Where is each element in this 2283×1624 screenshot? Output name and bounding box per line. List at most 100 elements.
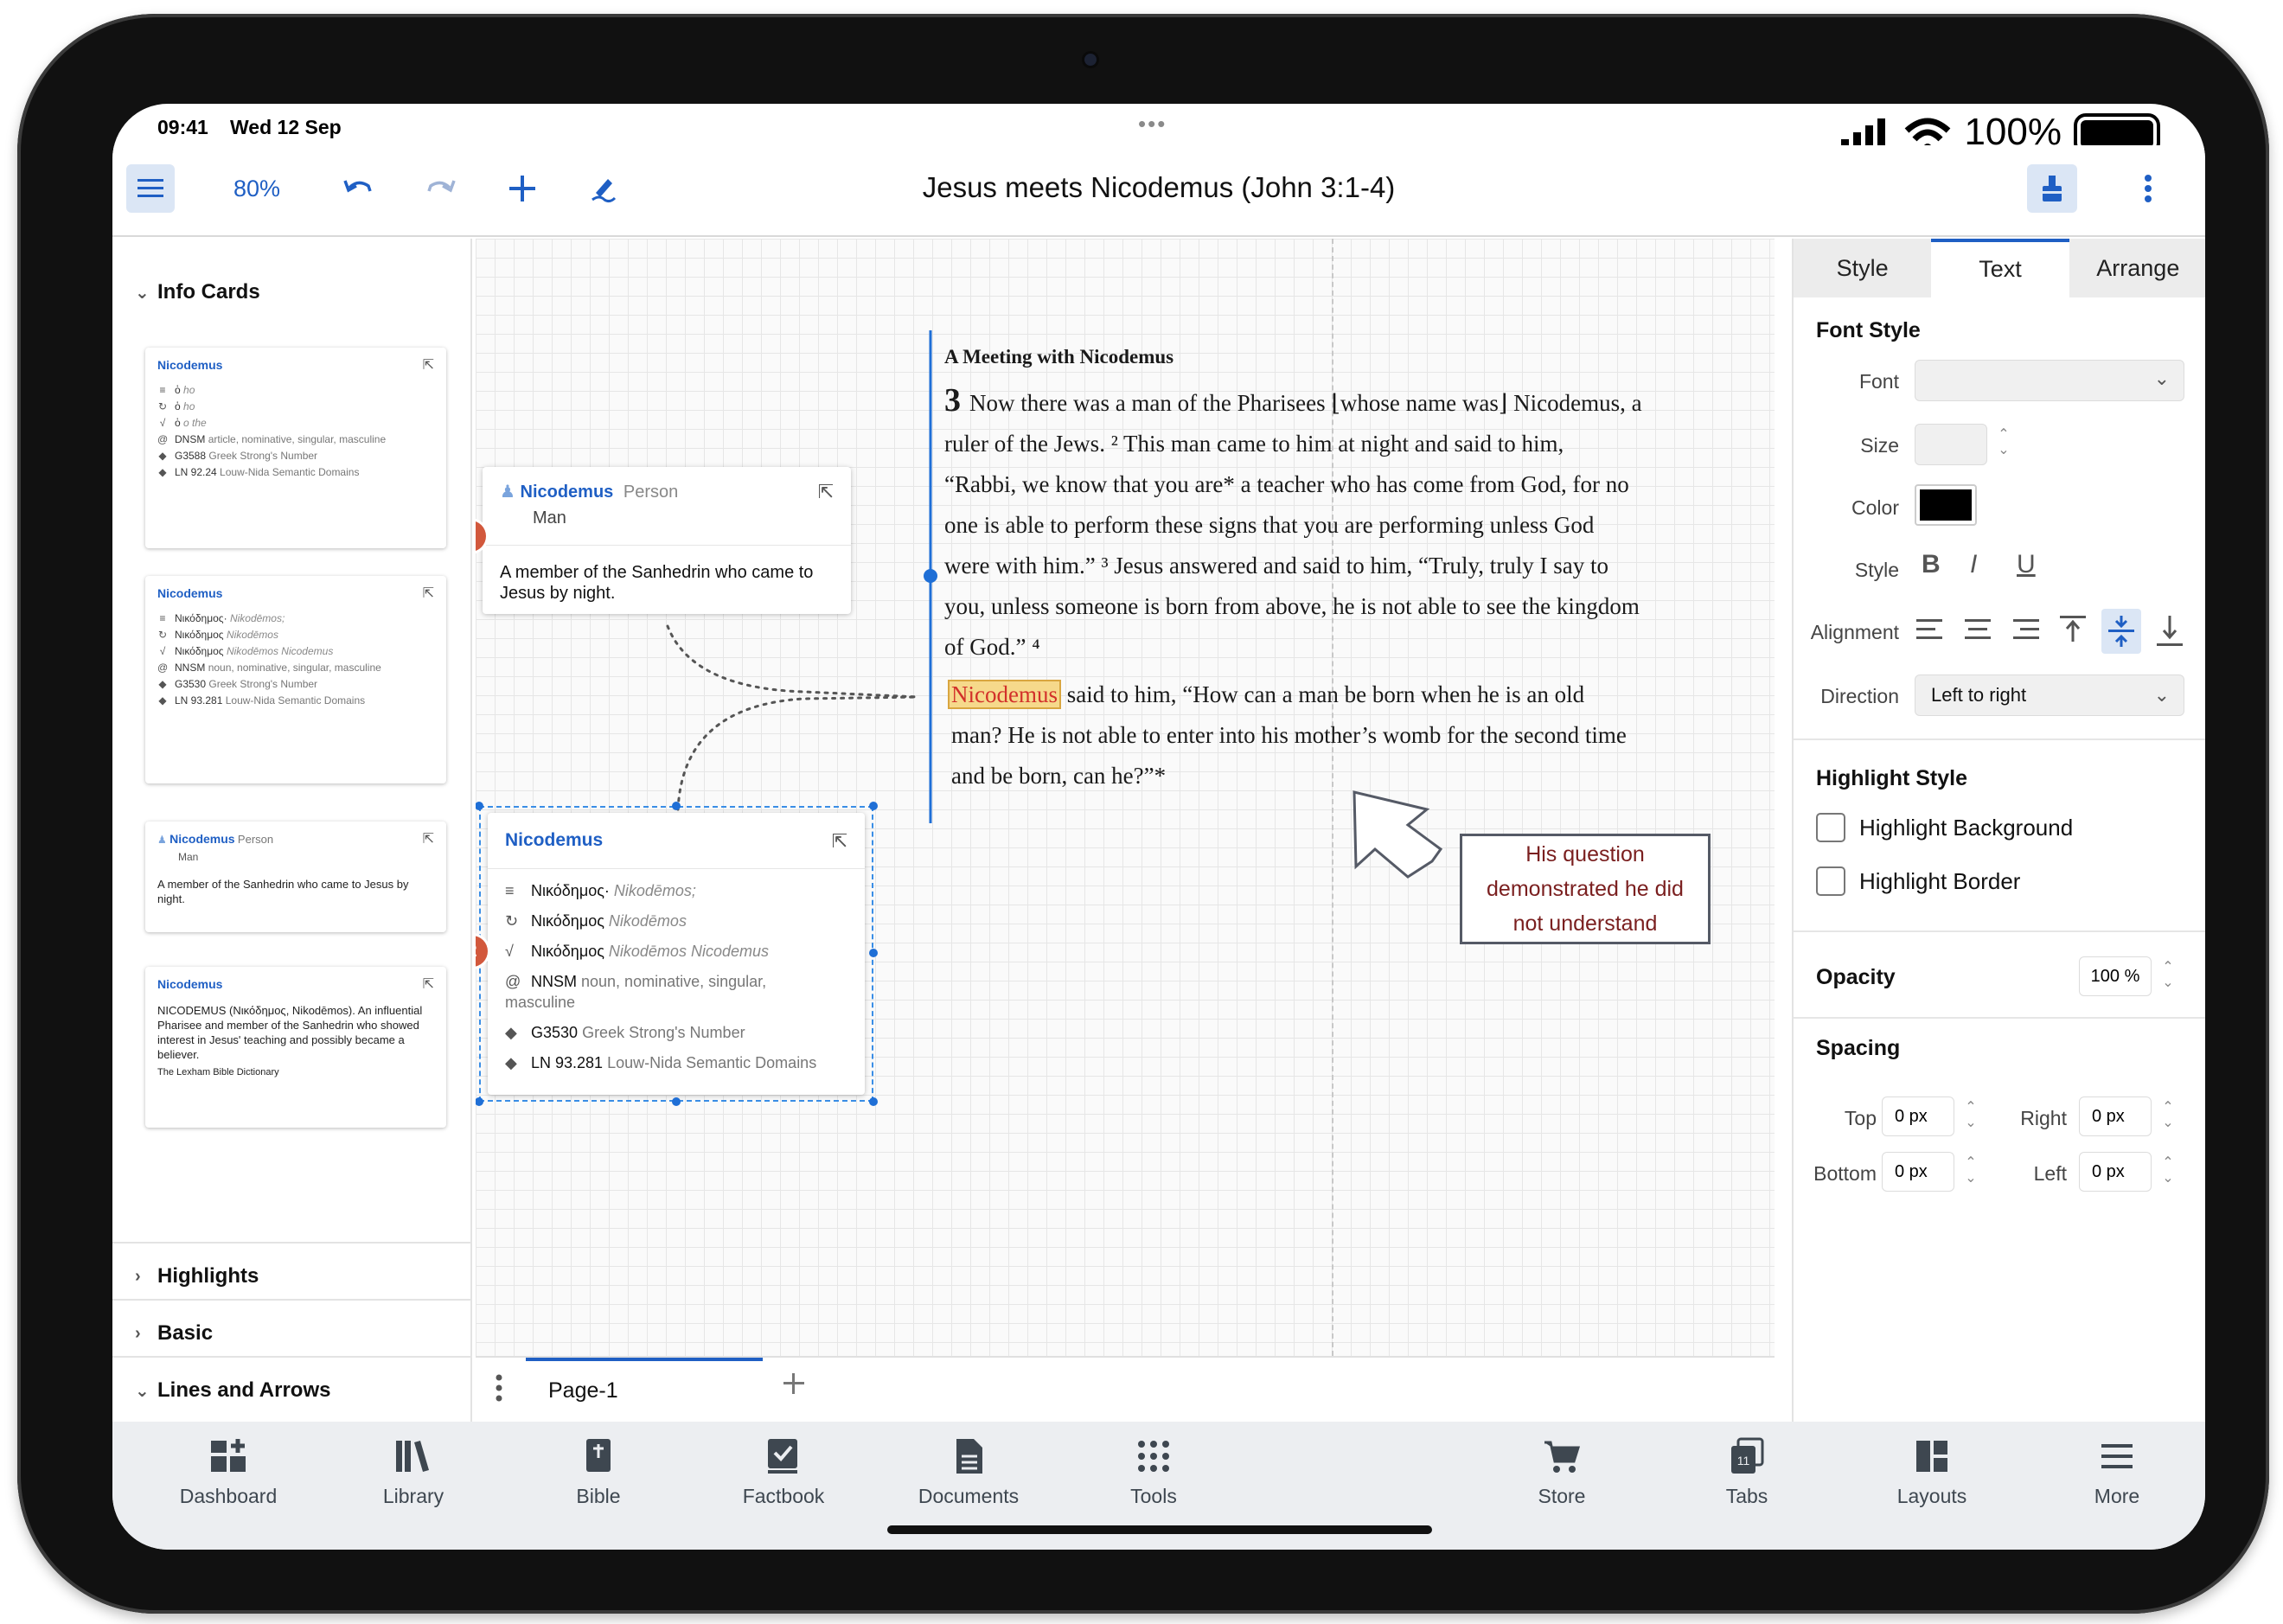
- nav-factbook[interactable]: Factbook: [714, 1437, 853, 1508]
- font-style-heading: Font Style: [1816, 318, 1921, 342]
- row-main: G3530: [175, 678, 207, 690]
- nav-dashboard[interactable]: Dashboard: [159, 1437, 297, 1508]
- divider: [112, 1356, 472, 1358]
- home-indicator[interactable]: [887, 1525, 1432, 1534]
- passage-line: “Rabbi, we know that you are* a teacher …: [944, 471, 1629, 497]
- nav-tools[interactable]: Tools: [1084, 1437, 1223, 1508]
- lines-icon: ≡: [159, 612, 166, 624]
- color-label: Color: [1851, 496, 1899, 519]
- note-textbox[interactable]: His question demonstrated he did not und…: [1460, 834, 1711, 944]
- row-main: LN 92.24: [175, 466, 217, 478]
- nav-documents[interactable]: Documents: [899, 1437, 1038, 1508]
- align-top-icon[interactable]: [2060, 616, 2086, 642]
- spacing-left-stepper[interactable]: ⌃ ⌄: [2155, 1155, 2181, 1186]
- row-sub: Nikodēmos;: [613, 882, 696, 899]
- align-bottom-icon[interactable]: [2157, 616, 2183, 646]
- spacing-bottom-stepper[interactable]: ⌃ ⌄: [1958, 1155, 1984, 1186]
- passage-line: of God.” ⁴: [944, 634, 1040, 660]
- page-menu-button[interactable]: [495, 1373, 503, 1407]
- opacity-stepper[interactable]: ⌃ ⌄: [2155, 960, 2181, 991]
- document-title[interactable]: Jesus meets Nicodemus (John 3:1-4): [112, 171, 2205, 204]
- pin-icon[interactable]: ⇱: [423, 356, 434, 374]
- vertical-dots-icon: [2145, 175, 2152, 202]
- spacing-right-label: Right: [2020, 1107, 2067, 1129]
- highlight-background-checkbox[interactable]: [1816, 813, 1845, 842]
- align-center-icon[interactable]: [1965, 619, 1991, 639]
- word-card-rows: ≡ Νικόδημος· Nikodēmos; ↻ Νικόδημος Nikodē…: [505, 880, 851, 1073]
- nav-bible[interactable]: Bible: [529, 1437, 668, 1508]
- page-tab-page-1[interactable]: Page-1: [526, 1358, 763, 1422]
- highlight-border-checkbox[interactable]: [1816, 866, 1845, 896]
- size-stepper[interactable]: ⌃ ⌄: [1991, 427, 2017, 458]
- size-input[interactable]: [1915, 424, 1987, 465]
- layouts-icon: [1916, 1441, 1947, 1472]
- divider: [112, 1299, 472, 1301]
- pin-icon[interactable]: ⇱: [818, 481, 834, 503]
- nav-label: Tools: [1130, 1485, 1177, 1507]
- card-title: Nicodemus: [520, 483, 614, 502]
- pin-icon[interactable]: ⇱: [423, 830, 434, 847]
- lines-arrows-section-header[interactable]: ⌄ Lines and Arrows: [135, 1378, 330, 1403]
- tab-text[interactable]: Text: [1931, 239, 2069, 297]
- row-sub: Nikodēmos Nicodemus: [226, 645, 334, 657]
- font-select[interactable]: ⌄: [1915, 360, 2184, 401]
- card-title: Nicodemus: [157, 586, 223, 600]
- nav-store[interactable]: Store: [1493, 1437, 1631, 1508]
- direction-select[interactable]: Left to right ⌄: [1915, 675, 2184, 716]
- highlight-border-label: Highlight Border: [1859, 868, 2021, 894]
- color-swatch[interactable]: [1915, 484, 1977, 526]
- info-card-nicodemus-noun[interactable]: Nicodemus ⇱ ≡ Νικόδημος· Nikodēmos; ↻ Νικόδ…: [145, 576, 446, 783]
- diamond-icon: ◆: [505, 1024, 517, 1041]
- underline-button[interactable]: U: [2017, 550, 2036, 579]
- row-sub-continued: masculine: [505, 994, 576, 1011]
- nav-library[interactable]: Library: [344, 1437, 483, 1508]
- row-sub: article, nominative, singular, masculine: [208, 433, 387, 445]
- highlighted-word[interactable]: Nicodemus: [948, 680, 1061, 709]
- row-main: Νικόδημος·: [175, 612, 227, 624]
- nav-label: Store: [1538, 1485, 1586, 1507]
- align-right-icon[interactable]: [2013, 619, 2039, 639]
- pin-icon[interactable]: ⇱: [423, 975, 434, 993]
- pin-icon[interactable]: ⇱: [832, 830, 847, 853]
- nav-layouts[interactable]: Layouts: [1863, 1437, 2001, 1508]
- tab-arrange[interactable]: Arrange: [2069, 239, 2205, 297]
- resize-handle[interactable]: [869, 802, 878, 810]
- info-card-nicodemus-dictionary[interactable]: Nicodemus ⇱ NICODEMUS (Νικόδημος, Nikodēm…: [145, 967, 446, 1128]
- scripture-text-block[interactable]: A Meeting with Nicodemus 3 Now there was …: [944, 346, 1775, 796]
- more-options-button[interactable]: [2131, 164, 2165, 213]
- info-card-nicodemus-article[interactable]: Nicodemus ⇱ ≡ ὁ ho ↻ ὁ ho √ ὁ o the @ DNSM ar…: [145, 348, 446, 548]
- basic-section-header[interactable]: › Basic: [135, 1321, 213, 1346]
- ipad-frame: 09:41 Wed 12 Sep ••• 100% 80% Jesus meet…: [17, 14, 2269, 1614]
- nav-tabs[interactable]: 11 Tabs: [1678, 1437, 1816, 1508]
- spacing-top-stepper[interactable]: ⌃ ⌄: [1958, 1100, 1984, 1131]
- bold-button[interactable]: B: [1922, 550, 1941, 579]
- resize-handle[interactable]: [869, 1097, 878, 1106]
- add-page-button[interactable]: [782, 1371, 806, 1400]
- person-card-nicodemus[interactable]: ♟ Nicodemus Person ⇱ Man A member of the…: [483, 467, 851, 614]
- align-left-icon[interactable]: [1916, 619, 1942, 639]
- style-label: Style: [1854, 559, 1899, 581]
- italic-button[interactable]: I: [1970, 550, 1977, 579]
- resize-handle[interactable]: [672, 802, 681, 810]
- spacing-left-input[interactable]: 0 px: [2079, 1152, 2152, 1192]
- info-cards-section-header[interactable]: ⌄ Info Cards: [135, 280, 260, 304]
- spacing-top-input[interactable]: 0 px: [1882, 1097, 1954, 1136]
- highlights-section-header[interactable]: › Highlights: [135, 1264, 259, 1288]
- tab-style[interactable]: Style: [1794, 239, 1931, 297]
- resize-handle[interactable]: [672, 1097, 681, 1106]
- root-icon: √: [159, 417, 166, 429]
- word-card-nicodemus[interactable]: Nicodemus ⇱ ≡ Νικόδημος· Nikodēmos; ↻ Νικό…: [488, 813, 865, 1095]
- spacing-right-input[interactable]: 0 px: [2079, 1097, 2152, 1136]
- info-card-nicodemus-person[interactable]: ♟ Nicodemus Person ⇱ Man A member of the …: [145, 822, 446, 932]
- nav-more[interactable]: More: [2048, 1437, 2186, 1508]
- multitasking-dots[interactable]: •••: [1138, 111, 1167, 137]
- spacing-right-stepper[interactable]: ⌃ ⌄: [2155, 1100, 2181, 1131]
- row-main: Νικόδημος: [531, 943, 604, 960]
- resize-handle[interactable]: [869, 949, 878, 957]
- drawing-canvas[interactable]: ♟ Nicodemus Person ⇱ Man A member of the…: [476, 239, 1775, 1356]
- pin-icon[interactable]: ⇱: [423, 585, 434, 602]
- format-panel-button[interactable]: [2027, 164, 2077, 213]
- opacity-input[interactable]: 100 %: [2079, 956, 2152, 996]
- card-kind: Person: [623, 483, 679, 502]
- spacing-bottom-input[interactable]: 0 px: [1882, 1152, 1954, 1192]
